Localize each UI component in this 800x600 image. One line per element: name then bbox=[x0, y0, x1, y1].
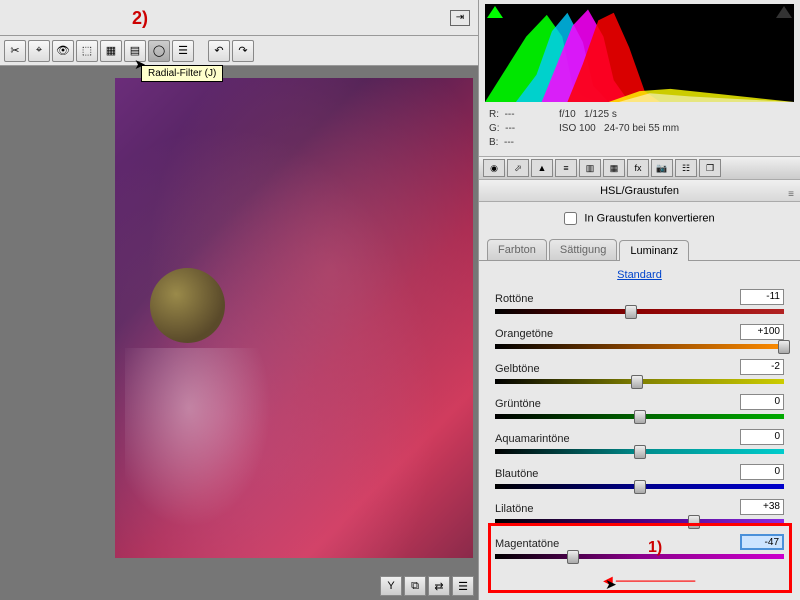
panel-tabstrip: ◉ ⬀ ▲ ≡ ▥ ▦ fx 📷 ☷ ❐ bbox=[479, 156, 800, 180]
swap-icon[interactable]: ⇄ bbox=[428, 576, 450, 596]
slider-track[interactable] bbox=[495, 519, 784, 524]
slider-label: Magentatöne bbox=[495, 538, 559, 550]
slider-value[interactable]: -11 bbox=[740, 289, 784, 305]
slider-thumb[interactable] bbox=[567, 550, 579, 564]
slider-label: Blautöne bbox=[495, 468, 538, 480]
tool-strip: ✂ ⌖ 👁 ⬚ ▦ ▤ ◯ Radial-Filter (J) ☰ ↶ ↷ bbox=[0, 36, 478, 66]
camera-tab-icon[interactable]: 📷 bbox=[651, 159, 673, 177]
slider-label: Aquamarintöne bbox=[495, 433, 570, 445]
annotation-1: 1) bbox=[648, 539, 662, 557]
slider-track[interactable] bbox=[495, 309, 784, 314]
grayscale-checkbox[interactable] bbox=[564, 212, 577, 225]
slider-track[interactable] bbox=[495, 449, 784, 454]
image-header-bar: ⇥ bbox=[0, 0, 478, 36]
slider-track[interactable] bbox=[495, 554, 784, 559]
image-info: R: --- G: --- B: --- f/10 1/125 s ISO 10… bbox=[479, 102, 800, 156]
convert-row: In Graustufen konvertieren bbox=[479, 202, 800, 235]
whitebalance-tool[interactable]: ⬚ bbox=[76, 40, 98, 62]
grayscale-label: In Graustufen konvertieren bbox=[584, 212, 714, 224]
panel-menu-icon[interactable]: ≡ bbox=[788, 184, 794, 206]
slider-track[interactable] bbox=[495, 484, 784, 489]
before-after-icon[interactable]: ⧉ bbox=[404, 576, 426, 596]
tab-saturation[interactable]: Sättigung bbox=[549, 239, 617, 260]
slider-label: Rottöne bbox=[495, 293, 534, 305]
slider-label: Lilatöne bbox=[495, 503, 534, 515]
slider-value[interactable]: 0 bbox=[740, 394, 784, 410]
slider-thumb[interactable] bbox=[634, 480, 646, 494]
fullscreen-toggle-icon[interactable]: ⇥ bbox=[450, 10, 470, 26]
snapshots-tab-icon[interactable]: ❐ bbox=[699, 159, 721, 177]
tab-luminance[interactable]: Luminanz bbox=[619, 240, 689, 261]
hsl-subtabs: Farbton Sättigung Luminanz bbox=[479, 239, 800, 261]
graduated-filter-tool[interactable]: ▤ bbox=[124, 40, 146, 62]
preview-image bbox=[115, 78, 473, 558]
slider-thumb[interactable] bbox=[634, 410, 646, 424]
split-tab-icon[interactable]: ▥ bbox=[579, 159, 601, 177]
rotate-right-icon[interactable]: ↷ bbox=[232, 40, 254, 62]
slider-label: Gelbtöne bbox=[495, 363, 540, 375]
slider-thumb[interactable] bbox=[634, 445, 646, 459]
slider-thumb[interactable] bbox=[688, 515, 700, 529]
adjustment-brush-tool[interactable]: ☰ bbox=[172, 40, 194, 62]
tone-tool[interactable]: ▦ bbox=[100, 40, 122, 62]
settings-icon[interactable]: ☰ bbox=[452, 576, 474, 596]
slider-row-grüntöne: Grüntöne 0 bbox=[495, 394, 784, 419]
hsl-tab-icon[interactable]: ≡ bbox=[555, 159, 577, 177]
histogram[interactable] bbox=[485, 4, 794, 102]
redeye-tool[interactable]: 👁 bbox=[52, 40, 74, 62]
slider-value[interactable]: +38 bbox=[740, 499, 784, 515]
radial-filter-tool[interactable]: ◯ Radial-Filter (J) bbox=[148, 40, 170, 62]
slider-row-rottöne: Rottöne -11 bbox=[495, 289, 784, 314]
filmstrip-icon[interactable]: Y bbox=[380, 576, 402, 596]
rotate-left-icon[interactable]: ↶ bbox=[208, 40, 230, 62]
slider-row-aquamarintöne: Aquamarintöne 0 bbox=[495, 429, 784, 454]
slider-thumb[interactable] bbox=[778, 340, 790, 354]
lens-tab-icon[interactable]: ▦ bbox=[603, 159, 625, 177]
tooltip: Radial-Filter (J) bbox=[141, 65, 223, 82]
tab-hue[interactable]: Farbton bbox=[487, 239, 547, 260]
defaults-link-row: Standard bbox=[479, 261, 800, 289]
fx-tab-icon[interactable]: fx bbox=[627, 159, 649, 177]
spot-tool[interactable]: ⌖ bbox=[28, 40, 50, 62]
slider-value[interactable]: 0 bbox=[740, 429, 784, 445]
panel-title: HSL/Graustufen ≡ bbox=[479, 180, 800, 202]
slider-thumb[interactable] bbox=[625, 305, 637, 319]
adjustments-panel: R: --- G: --- B: --- f/10 1/125 s ISO 10… bbox=[478, 0, 800, 600]
standard-link[interactable]: Standard bbox=[617, 269, 662, 281]
detail-tab-icon[interactable]: ▲ bbox=[531, 159, 553, 177]
slider-track[interactable] bbox=[495, 379, 784, 384]
slider-track[interactable] bbox=[495, 414, 784, 419]
slider-value[interactable]: +100 bbox=[740, 324, 784, 340]
view-options-bar: Y ⧉ ⇄ ☰ bbox=[0, 572, 478, 600]
slider-row-lilatöne: Lilatöne +38 bbox=[495, 499, 784, 524]
basic-tab-icon[interactable]: ◉ bbox=[483, 159, 505, 177]
presets-tab-icon[interactable]: ☷ bbox=[675, 159, 697, 177]
curve-tab-icon[interactable]: ⬀ bbox=[507, 159, 529, 177]
slider-value[interactable]: 0 bbox=[740, 464, 784, 480]
slider-row-blautöne: Blautöne 0 bbox=[495, 464, 784, 489]
shadow-clip-icon[interactable] bbox=[487, 6, 503, 18]
slider-value[interactable]: -2 bbox=[740, 359, 784, 375]
slider-row-magentatöne: Magentatöne -47 bbox=[495, 534, 784, 559]
crop-tool[interactable]: ✂ bbox=[4, 40, 26, 62]
slider-value[interactable]: -47 bbox=[740, 534, 784, 550]
annotation-2: 2) bbox=[132, 8, 148, 29]
slider-row-orangetöne: Orangetöne +100 bbox=[495, 324, 784, 349]
slider-thumb[interactable] bbox=[631, 375, 643, 389]
luminance-sliders: Rottöne -11 Orangetöne +100 Gelbtöne -2 Grüntö… bbox=[479, 289, 800, 569]
slider-label: Orangetöne bbox=[495, 328, 553, 340]
image-canvas[interactable] bbox=[0, 66, 478, 572]
slider-row-gelbtöne: Gelbtöne -2 bbox=[495, 359, 784, 384]
slider-label: Grüntöne bbox=[495, 398, 541, 410]
highlight-clip-icon[interactable] bbox=[776, 6, 792, 18]
slider-track[interactable] bbox=[495, 344, 784, 349]
